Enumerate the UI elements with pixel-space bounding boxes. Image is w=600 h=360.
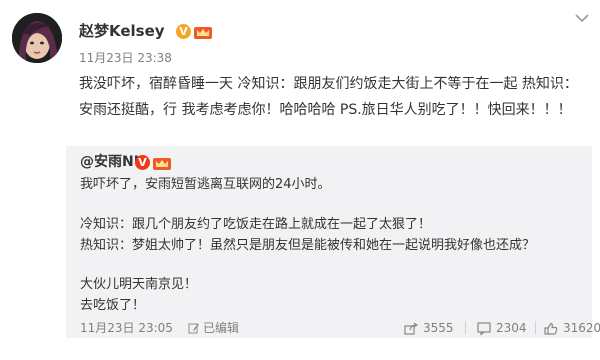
retweet-author-badges: V [135, 155, 171, 170]
retweet-timestamp[interactable]: 11月23日 23:05 [80, 320, 173, 336]
retweet-text-line: 我吓坏了，安雨短暂逃离互联网的24小时。 [80, 177, 331, 192]
post-author-name[interactable]: 赵梦Kelsey [79, 22, 165, 40]
edited-indicator[interactable]: 已编辑 [188, 320, 239, 336]
post-text: 我没吓坏，宿醉昏睡一天 冷知识：跟朋友们约饭走大街上不等于在一起 热知识：安雨还… [79, 76, 578, 118]
verified-badge-icon[interactable]: V [176, 24, 191, 39]
edit-pencil-icon [188, 323, 199, 334]
chevron-down-icon[interactable] [574, 12, 590, 24]
post-timestamp[interactable]: 11月23日 23:38 [79, 51, 172, 65]
comment-button[interactable]: 2304 [477, 320, 527, 336]
divider [465, 321, 466, 334]
retweet-text-line: 大伙儿明天南京见！ [80, 277, 198, 292]
share-icon [404, 322, 418, 335]
divider [535, 321, 536, 334]
crown-icon[interactable] [153, 156, 171, 170]
like-button[interactable]: 31620 [544, 320, 600, 336]
thumbs-up-icon [544, 322, 558, 335]
comment-count: 2304 [496, 321, 527, 335]
like-count: 31620 [563, 321, 600, 335]
retweet-text-line: 冷知识：跟几个朋友约了吃饭走在路上就成在一起了太狠了！ [80, 217, 432, 232]
retweet-footer: 11月23日 23:05 已编辑 3555 2304 31620 [80, 320, 600, 336]
repost-button[interactable]: 3555 [404, 320, 454, 336]
retweet-text-line: 去吃饭了！ [80, 298, 146, 313]
author-badges: V [176, 24, 212, 39]
repost-count: 3555 [423, 321, 454, 335]
crown-icon[interactable] [194, 25, 212, 39]
verified-badge-icon[interactable]: V [135, 155, 150, 170]
comment-icon [477, 321, 491, 335]
avatar-image [12, 13, 62, 63]
avatar[interactable] [12, 13, 62, 63]
weibo-post-card: 赵梦Kelsey V 11月23日 23:38 我没吓坏，宿醉昏睡一天 冷知识：… [0, 0, 600, 360]
retweet-container[interactable]: @安雨NU V 我吓坏了，安雨短暂逃离互联网的24小时。 冷知识：跟几个朋友约了… [66, 146, 600, 338]
edited-label: 已编辑 [203, 321, 240, 335]
retweet-text-line: 热知识：梦姐太帅了！虽然只是朋友但是能被传和她在一起说明我好像也还成？ [80, 238, 536, 253]
